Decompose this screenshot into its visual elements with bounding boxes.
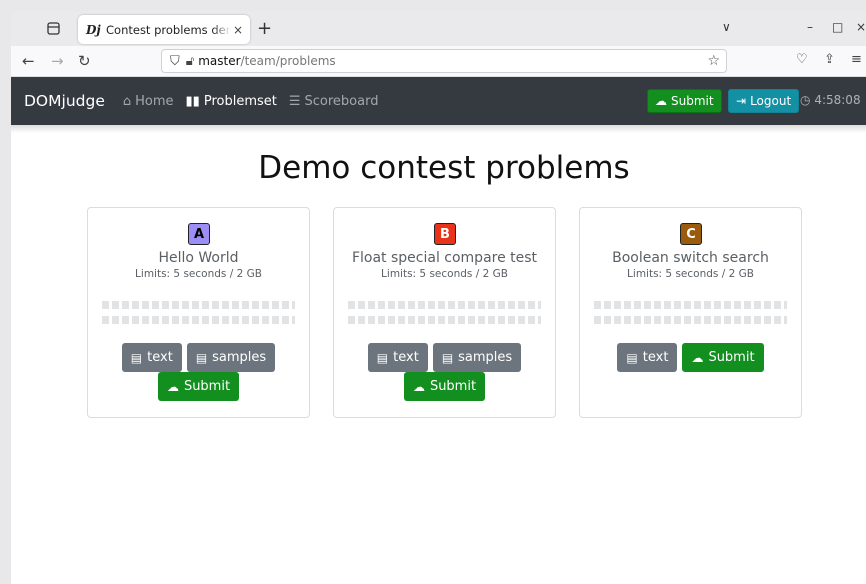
pocket-icon[interactable]: ♡ xyxy=(796,52,808,67)
clock-icon: ◷ xyxy=(800,93,811,107)
navbar-submit-button[interactable]: ☁ Submit xyxy=(647,89,722,113)
problem-text-button[interactable]: ▤ text xyxy=(617,343,678,372)
domjudge-navbar: DOMjudge ⌂ Home ▮▮ Problemset ☰ Scoreboard … xyxy=(11,77,866,125)
nav-problemset-label: Problemset xyxy=(203,93,277,109)
new-tab-button[interactable]: + xyxy=(257,18,272,39)
problem-submit-button[interactable]: ☁ Submit xyxy=(157,372,240,401)
url-bar[interactable]: ⛉ 🔓︎ master/team/problems ☆ xyxy=(161,49,727,73)
problem-name: Boolean switch search xyxy=(612,250,769,266)
back-icon[interactable]: ← xyxy=(22,52,35,70)
contest-clock: ◷ 4:58:08 xyxy=(800,93,861,107)
problem-text-button[interactable]: ▤ text xyxy=(367,343,428,372)
sign-out-icon: ⇥ xyxy=(736,94,747,108)
page-title: Demo contest problems xyxy=(258,150,630,186)
submit-button-label: Submit xyxy=(429,379,477,394)
text-button-label: text xyxy=(642,350,669,365)
file-pdf-icon: ▤ xyxy=(626,350,638,365)
problem-badge: B xyxy=(434,223,456,245)
cloud-upload-icon: ☁ xyxy=(166,379,179,394)
tab-list-icon xyxy=(47,22,60,35)
page-content: Demo contest problems A Hello World Limi… xyxy=(11,125,866,584)
problem-limits: Limits: 5 seconds / 2 GB xyxy=(135,268,262,280)
reload-icon[interactable]: ↻ xyxy=(78,52,91,70)
text-button-label: text xyxy=(393,350,419,365)
shield-icon: ⛉ xyxy=(170,53,180,69)
forward-icon[interactable]: → xyxy=(51,52,64,70)
navbar-submit-label: Submit xyxy=(671,94,714,108)
nav-scoreboard[interactable]: ☰ Scoreboard xyxy=(289,94,379,109)
url-host: master xyxy=(198,54,241,68)
problem-submit-button[interactable]: ☁ Submit xyxy=(682,343,764,372)
minimize-button[interactable]: – xyxy=(807,20,813,34)
browser-navbar: ← → ↻ ⛉ 🔓︎ master/team/problems ☆ ♡ ⇪ ≡ xyxy=(11,46,866,77)
problem-buttons: ▤ text ☁ Submit xyxy=(580,343,801,372)
placeholder-dots xyxy=(594,316,787,324)
tab-close-icon[interactable]: × xyxy=(233,23,243,37)
browser-tab[interactable]: Dj Contest problems demo × xyxy=(78,15,250,44)
placeholder-dots xyxy=(102,301,295,309)
close-window-button[interactable]: × xyxy=(856,20,866,34)
problem-card-c: C Boolean switch search Limits: 5 second… xyxy=(579,207,802,418)
file-archive-icon: ▤ xyxy=(441,350,454,365)
url-path: /team/problems xyxy=(240,54,336,68)
navbar-shadow xyxy=(11,125,866,133)
logout-label: Logout xyxy=(750,94,792,108)
problem-submit-button[interactable]: ☁ Submit xyxy=(403,372,486,401)
file-archive-icon: ▤ xyxy=(195,350,208,365)
cloud-upload-icon: ☁ xyxy=(412,379,425,394)
list-all-tabs-button[interactable]: ∨ xyxy=(722,20,731,34)
menu-icon[interactable]: ≡ xyxy=(851,52,862,67)
problem-buttons: ▤ text ▤ samples xyxy=(88,343,309,372)
problem-samples-button[interactable]: ▤ samples xyxy=(186,343,276,372)
nav-problemset[interactable]: ▮▮ Problemset xyxy=(186,94,277,109)
nav-scoreboard-label: Scoreboard xyxy=(304,93,379,109)
list-icon: ☰ xyxy=(288,93,301,109)
nav-home-label: Home xyxy=(135,93,174,109)
maximize-button[interactable]: □ xyxy=(832,20,843,34)
problem-samples-button[interactable]: ▤ samples xyxy=(432,343,522,372)
book-icon: ▮▮ xyxy=(185,93,200,109)
problem-name: Hello World xyxy=(158,250,239,266)
placeholder-dots xyxy=(102,316,295,324)
problem-badge: A xyxy=(188,223,210,245)
tab-list-button[interactable] xyxy=(41,18,65,40)
url-text: master/team/problems xyxy=(198,54,335,68)
file-pdf-icon: ▤ xyxy=(376,350,389,365)
logout-button[interactable]: ⇥ Logout xyxy=(728,89,800,113)
nav-home[interactable]: ⌂ Home xyxy=(123,94,174,109)
problem-buttons: ▤ text ▤ samples xyxy=(334,343,555,372)
tab-title: Contest problems demo xyxy=(106,22,231,37)
cloud-upload-icon: ☁ xyxy=(691,350,704,365)
submit-button-label: Submit xyxy=(183,379,231,394)
text-button-label: text xyxy=(147,350,173,365)
problem-submit-row: ☁ Submit xyxy=(88,372,309,401)
insecure-lock-icon: 🔓︎ xyxy=(185,53,195,69)
placeholder-dots xyxy=(594,301,787,309)
tab-bar: Dj Contest problems demo × + ∨ – □ × xyxy=(11,11,866,46)
cloud-upload-icon: ☁ xyxy=(655,94,667,108)
bookmark-star-icon[interactable]: ☆ xyxy=(707,53,720,69)
extensions-icon[interactable]: ⇪ xyxy=(824,52,835,67)
problem-card-a: A Hello World Limits: 5 seconds / 2 GB ▤… xyxy=(87,207,310,418)
file-pdf-icon: ▤ xyxy=(130,350,143,365)
problem-text-button[interactable]: ▤ text xyxy=(121,343,182,372)
problem-card-b: B Float special compare test Limits: 5 s… xyxy=(333,207,556,418)
brand[interactable]: DOMjudge xyxy=(24,92,105,110)
home-icon: ⌂ xyxy=(122,93,132,109)
domjudge-favicon-icon: Dj xyxy=(86,22,101,37)
placeholder-dots xyxy=(348,316,541,324)
problem-limits: Limits: 5 seconds / 2 GB xyxy=(381,268,508,280)
problem-limits: Limits: 5 seconds / 2 GB xyxy=(627,268,754,280)
problem-name: Float special compare test xyxy=(351,250,538,266)
samples-button-label: samples xyxy=(458,350,513,365)
problem-badge: C xyxy=(680,223,702,245)
problem-submit-row: ☁ Submit xyxy=(334,372,555,401)
browser-window: Dj Contest problems demo × + ∨ – □ × ← →… xyxy=(11,11,866,584)
submit-button-label: Submit xyxy=(708,350,755,365)
clock-time: 4:58:08 xyxy=(814,93,861,107)
samples-button-label: samples xyxy=(212,350,267,365)
placeholder-dots xyxy=(348,301,541,309)
